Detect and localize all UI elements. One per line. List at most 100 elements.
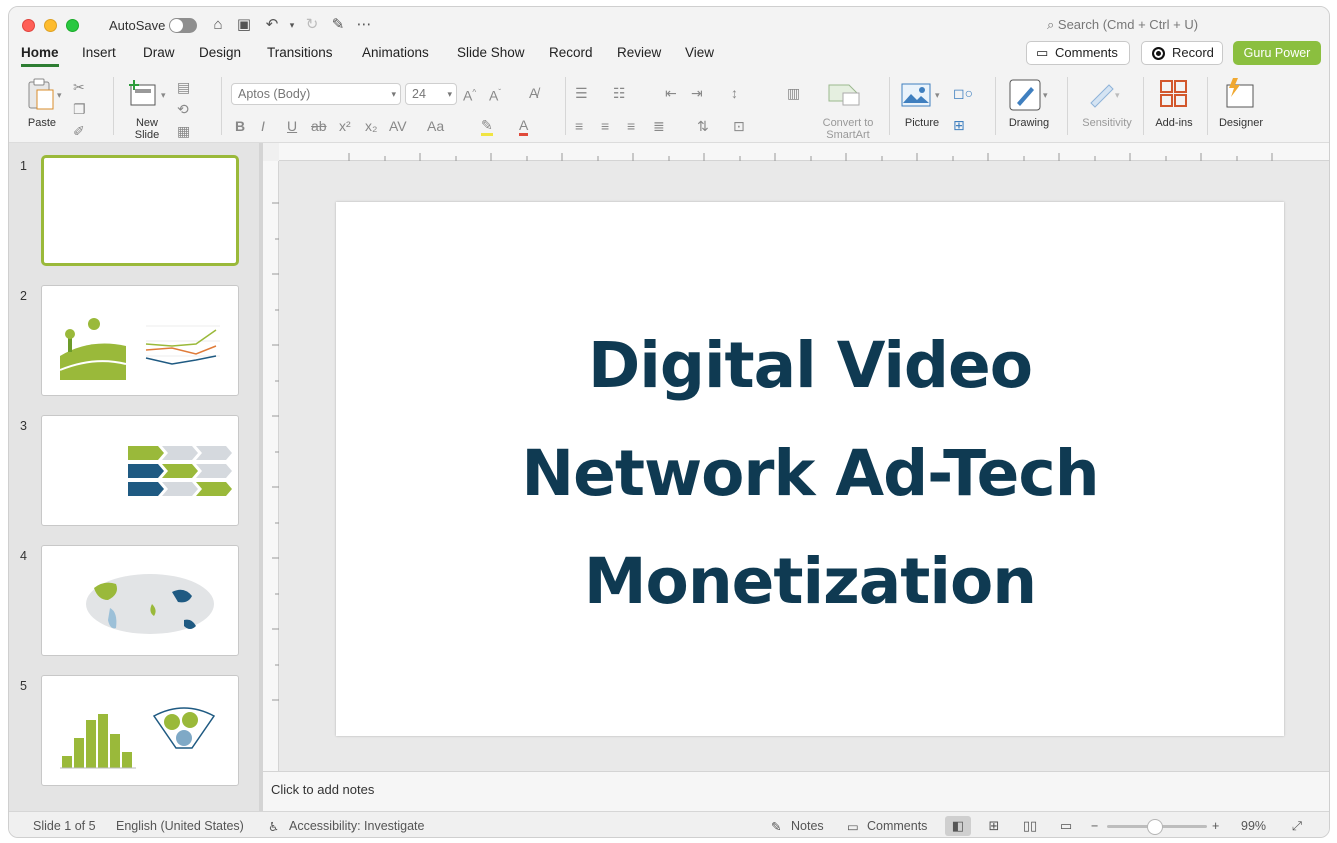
home-icon[interactable]: ⌂ <box>209 16 227 34</box>
tab-design[interactable]: Design <box>199 45 241 64</box>
add-ins-icon[interactable] <box>1159 79 1189 109</box>
notes-pane[interactable]: Click to add notes <box>263 771 1329 811</box>
zoom-in-icon[interactable]: + <box>1212 819 1219 833</box>
align-text-icon[interactable]: ⊡ <box>733 118 745 134</box>
zoom-level[interactable]: 99% <box>1241 819 1266 833</box>
drawing-icon[interactable] <box>1009 79 1041 111</box>
new-slide-dropdown-icon[interactable]: ▾ <box>161 87 166 103</box>
increase-font-icon[interactable]: A^ <box>463 85 476 104</box>
slide-title-textbox[interactable]: Digital Video Network Ad-Tech Monetizati… <box>396 312 1224 636</box>
copy-icon[interactable]: ❐ <box>73 101 86 117</box>
designer-icon[interactable] <box>1223 77 1257 109</box>
slide-thumbnail-5[interactable] <box>41 675 239 786</box>
vertical-ruler[interactable] <box>263 161 279 771</box>
minimize-window-button[interactable] <box>44 19 57 32</box>
superscript-icon[interactable]: x² <box>339 118 351 134</box>
reset-icon[interactable]: ⟲ <box>177 101 189 117</box>
justify-icon[interactable]: ≣ <box>653 118 665 134</box>
tab-view[interactable]: View <box>685 45 714 64</box>
cut-icon[interactable]: ✂ <box>73 79 85 95</box>
undo-icon[interactable]: ↶ <box>263 16 281 34</box>
picture-dropdown-icon[interactable]: ▾ <box>935 87 940 103</box>
slide-thumbnail-3[interactable] <box>41 415 239 526</box>
ribbon-separator <box>1143 77 1144 135</box>
more-icon[interactable]: ⋯ <box>355 16 373 34</box>
tab-home[interactable]: Home <box>21 45 59 67</box>
new-slide-icon[interactable] <box>127 79 157 107</box>
text-direction-icon[interactable]: ⇅ <box>697 118 709 134</box>
undo-dropdown-icon[interactable]: ▾ <box>283 16 301 34</box>
subscript-icon[interactable]: x₂ <box>365 118 377 134</box>
strikethrough-icon[interactable]: ab <box>311 118 327 134</box>
format-painter-icon[interactable]: ✐ <box>73 123 85 139</box>
sensitivity-dropdown-icon[interactable]: ▾ <box>1115 87 1120 103</box>
slide-thumbnail-1[interactable] <box>41 155 239 266</box>
increase-indent-icon[interactable]: ⇥ <box>691 85 703 101</box>
underline-icon[interactable]: U <box>287 118 297 134</box>
horizontal-ruler[interactable] <box>279 143 1329 161</box>
close-window-button[interactable] <box>22 19 35 32</box>
chevron-down-icon: ▾ <box>447 89 452 99</box>
tab-transitions[interactable]: Transitions <box>267 45 333 64</box>
sensitivity-icon[interactable] <box>1087 79 1117 109</box>
font-name-value: Aptos (Body) <box>238 87 311 101</box>
bullets-icon[interactable]: ☰ <box>575 85 588 101</box>
text-box-icon[interactable]: ⊞ <box>953 117 965 133</box>
layout-icon[interactable]: ▤ <box>177 79 190 95</box>
smartart-icon[interactable] <box>827 81 861 107</box>
zoom-out-icon[interactable]: − <box>1091 819 1098 833</box>
add-ins-label: Add-ins <box>1155 117 1193 129</box>
autosave-toggle[interactable] <box>169 18 197 33</box>
change-case-icon[interactable]: Aa <box>427 118 444 134</box>
slide-thumbnail-4[interactable] <box>41 545 239 656</box>
customize-icon[interactable]: ✎ <box>329 16 347 34</box>
tab-slide-show[interactable]: Slide Show <box>457 45 525 64</box>
shapes-icon[interactable]: ◻○ <box>953 85 973 101</box>
section-icon[interactable]: ▦ <box>177 123 190 139</box>
paste-icon[interactable] <box>26 77 56 111</box>
align-right-icon[interactable]: ≡ <box>627 118 635 134</box>
clear-format-icon[interactable]: A̸ <box>529 85 538 101</box>
reading-view-icon[interactable]: ▯▯ <box>1017 816 1043 836</box>
font-name-select[interactable]: Aptos (Body) ▾ <box>231 83 401 105</box>
tab-review[interactable]: Review <box>617 45 661 64</box>
search-field[interactable]: ⌕ Search (Cmd + Ctrl + U) <box>1047 17 1198 33</box>
bold-icon[interactable]: B <box>235 118 245 134</box>
columns-icon[interactable]: ▥ <box>787 85 800 101</box>
slide-sorter-icon[interactable]: ⊞ <box>981 816 1007 836</box>
slide-show-icon[interactable]: ▭ <box>1053 816 1079 836</box>
guru-power-button[interactable]: Guru Power <box>1233 41 1321 65</box>
italic-icon[interactable]: I <box>261 118 265 134</box>
accessibility-status[interactable]: Accessibility: Investigate <box>289 819 424 833</box>
zoom-slider-handle[interactable] <box>1147 819 1163 835</box>
decrease-font-icon[interactable]: Aˇ <box>489 85 501 104</box>
record-button[interactable]: Record <box>1141 41 1223 65</box>
language-indicator[interactable]: English (United States) <box>116 819 244 833</box>
tab-animations[interactable]: Animations <box>362 45 429 64</box>
normal-view-icon[interactable]: ◧ <box>945 816 971 836</box>
paste-dropdown-icon[interactable]: ▾ <box>57 87 62 103</box>
slide-thumbnail-2[interactable] <box>41 285 239 396</box>
font-size-select[interactable]: 24 ▾ <box>405 83 457 105</box>
picture-icon[interactable] <box>901 83 931 107</box>
notes-toggle[interactable]: Notes <box>791 819 824 833</box>
align-center-icon[interactable]: ≡ <box>601 118 609 134</box>
fit-to-window-icon[interactable]: ⤢ <box>1292 819 1302 834</box>
highlight-icon[interactable]: ✎ <box>481 117 493 136</box>
redo-icon[interactable]: ↻ <box>303 16 321 34</box>
character-spacing-icon[interactable]: AV <box>389 118 407 134</box>
tab-record[interactable]: Record <box>549 45 593 64</box>
slide-canvas[interactable]: Digital Video Network Ad-Tech Monetizati… <box>336 202 1284 736</box>
tab-insert[interactable]: Insert <box>82 45 116 64</box>
decrease-indent-icon[interactable]: ⇤ <box>665 85 677 101</box>
line-spacing-icon[interactable]: ↕ <box>731 85 738 101</box>
align-left-icon[interactable]: ≡ <box>575 118 583 134</box>
save-icon[interactable]: ▣ <box>235 16 253 34</box>
zoom-window-button[interactable] <box>66 19 79 32</box>
drawing-dropdown-icon[interactable]: ▾ <box>1043 87 1048 103</box>
numbering-icon[interactable]: ☷ <box>613 85 626 101</box>
font-color-icon[interactable]: A <box>519 117 529 136</box>
comments-toggle[interactable]: Comments <box>867 819 927 833</box>
tab-draw[interactable]: Draw <box>143 45 175 64</box>
comments-button[interactable]: ▭ Comments <box>1026 41 1130 65</box>
